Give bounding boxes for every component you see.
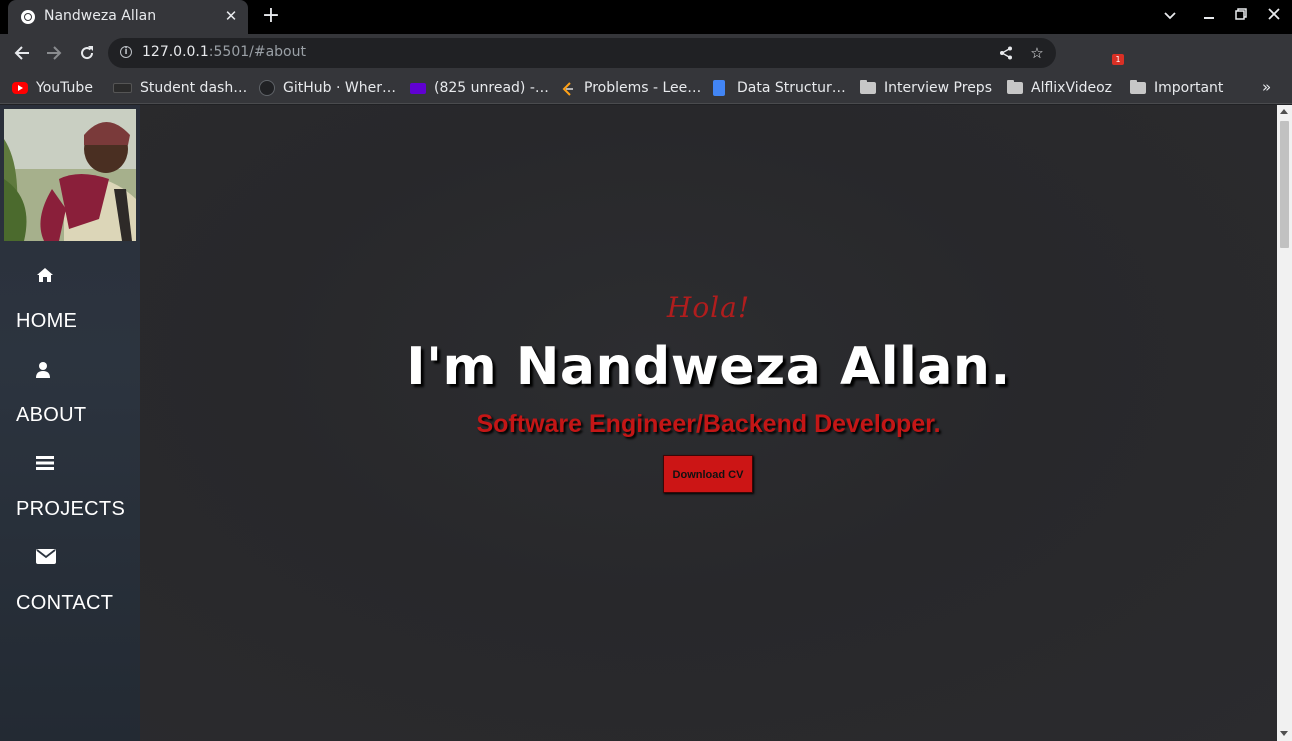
hero-section: Hola! I'm Nandweza Allan. Software Engin… [140, 105, 1277, 741]
bookmarks-bar: YouTube Student dash… GitHub · Wher… (82… [0, 72, 1292, 104]
bookmark-folder-important[interactable]: Important [1130, 78, 1223, 98]
folder-icon [1007, 80, 1023, 94]
url-text[interactable]: 127.0.0.1:5501/#about [142, 44, 306, 60]
address-bar[interactable]: i 127.0.0.1:5501/#about ☆ [108, 38, 1056, 68]
sidebar: HOME ABOUT PROJECTS CONTACT [0, 105, 140, 741]
bookmark-leetcode[interactable]: Problems - Lee… [560, 78, 701, 98]
bookmark-data-structures[interactable]: Data Structur… [713, 78, 846, 98]
tab-title: Nandweza Allan [44, 8, 157, 24]
hero-role-subtitle: Software Engineer/Backend Developer. [476, 410, 941, 438]
nav-home-link[interactable]: HOME [16, 310, 77, 333]
home-icon[interactable] [35, 267, 55, 287]
scrollbar-thumb[interactable] [1280, 121, 1289, 248]
folder-icon [860, 80, 876, 94]
page-scrollbar[interactable] [1277, 105, 1292, 741]
browser-toolbar: i 127.0.0.1:5501/#about ☆ ✚ ⋮ [0, 34, 1292, 97]
envelope-icon[interactable] [36, 549, 56, 569]
youtube-icon [12, 82, 28, 94]
nav-about-link[interactable]: ABOUT [16, 404, 86, 427]
bookmark-folder-alflixvideoz[interactable]: AlflixVideoz [1007, 78, 1112, 98]
globe-icon [21, 10, 35, 24]
browser-tab-bar: Nandweza Allan ✕ + [0, 0, 1292, 34]
doc-icon [713, 80, 725, 96]
bookmark-student-dashboard[interactable]: Student dash… [113, 78, 247, 98]
restore-button[interactable] [1230, 5, 1252, 27]
bookmark-mail[interactable]: (825 unread) -… [410, 78, 549, 98]
new-tab-button[interactable]: + [260, 5, 282, 27]
share-icon[interactable] [996, 43, 1016, 63]
tab-search-chevron-icon[interactable] [1159, 5, 1181, 27]
site-info-icon[interactable]: i [120, 46, 132, 58]
bookmark-folder-interview-preps[interactable]: Interview Preps [860, 78, 992, 98]
mail-icon [410, 82, 426, 94]
user-icon[interactable] [33, 361, 53, 381]
back-button[interactable] [11, 42, 33, 64]
minimize-button[interactable] [1198, 5, 1220, 27]
scroll-down-arrow-icon[interactable] [1280, 731, 1288, 736]
nav-projects-link[interactable]: PROJECTS [16, 498, 125, 521]
greeting-text: Hola! [666, 291, 751, 324]
bookmark-star-icon[interactable]: ☆ [1027, 43, 1047, 63]
download-cv-button[interactable]: Download CV [663, 455, 753, 493]
student-dash-icon [113, 83, 132, 93]
profile-photo [4, 109, 136, 241]
browser-tab[interactable]: Nandweza Allan ✕ [8, 0, 248, 34]
folder-icon [1130, 80, 1146, 94]
reload-button[interactable] [76, 42, 98, 64]
leetcode-icon [560, 81, 576, 96]
bookmarks-overflow-button[interactable]: » [1262, 78, 1271, 96]
bookmark-github[interactable]: GitHub · Wher… [259, 78, 396, 98]
page-viewport: HOME ABOUT PROJECTS CONTACT Hola! I'm Na… [0, 105, 1277, 741]
bookmark-youtube[interactable]: YouTube [12, 78, 93, 98]
extension-badge: 1 [1112, 54, 1124, 65]
forward-button[interactable] [43, 42, 65, 64]
close-window-button[interactable] [1263, 5, 1285, 27]
scroll-up-arrow-icon[interactable] [1280, 109, 1288, 114]
hero-name-heading: I'm Nandweza Allan. [406, 337, 1011, 397]
tab-close-button[interactable]: ✕ [222, 7, 240, 25]
nav-contact-link[interactable]: CONTACT [16, 592, 113, 615]
github-icon [259, 80, 275, 96]
bars-icon[interactable] [35, 455, 55, 475]
